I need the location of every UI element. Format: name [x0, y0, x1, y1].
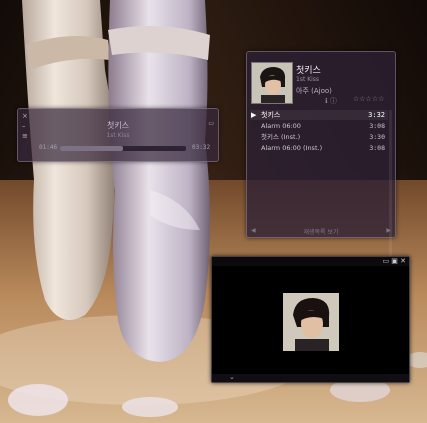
total-time: 03:32: [192, 144, 211, 151]
playlist-scrollbar[interactable]: [389, 110, 392, 260]
now-playing-artist: 아주 (Ajoo): [296, 87, 332, 95]
now-playing-subtitle: 1st Kiss: [296, 76, 320, 83]
video-titlebar[interactable]: ▭ ▣ ✕: [212, 257, 409, 266]
now-playing-title: 첫키스: [296, 66, 321, 76]
now-playing-header: 첫키스 1st Kiss 아주 (Ajoo) ℹ ⓘ ☆☆☆☆☆: [247, 52, 395, 108]
playlist-footer: ◀ 재생목록 보기 ▶: [247, 225, 395, 237]
track-duration: 3:32: [368, 111, 385, 119]
track-title: Alarm 06:00 (Inst.): [261, 144, 323, 152]
playlist-footer-label[interactable]: 재생목록 보기: [247, 227, 395, 236]
playlist-track-item[interactable]: Alarm 06:00 (Inst.) 3:08: [250, 143, 388, 153]
video-frame: [283, 293, 339, 351]
rating-stars[interactable]: ☆☆☆☆☆: [353, 95, 384, 103]
video-window[interactable]: ▭ ▣ ✕ ⌄: [211, 256, 410, 383]
video-window-buttons[interactable]: ▭ ▣ ✕: [382, 257, 406, 265]
playlist-track-item[interactable]: Alarm 06:00 3:08: [250, 121, 388, 131]
track-duration: 3:08: [369, 144, 385, 152]
playlist-window[interactable]: 첫키스 1st Kiss 아주 (Ajoo) ℹ ⓘ ☆☆☆☆☆ ▶ 첫키스 3:3…: [246, 51, 396, 260]
collapse-chevron-icon[interactable]: ⌄: [229, 373, 235, 381]
mini-player[interactable]: × – ≡ ▭ 첫키스 1st Kiss 01:46 03:32: [17, 108, 219, 162]
track-title: 첫키스: [261, 111, 281, 119]
playlist-track-item[interactable]: 첫키스 (Inst.) 3:30: [250, 132, 388, 142]
video-controlbar[interactable]: ⌄: [212, 373, 409, 382]
track-duration: 3:08: [369, 122, 385, 130]
album-art: [251, 62, 293, 104]
mini-track-subtitle: 1st Kiss: [106, 132, 130, 139]
seek-progress: [60, 146, 123, 151]
play-indicator-icon: ▶: [251, 111, 257, 119]
track-title: 첫키스 (Inst.): [261, 133, 301, 141]
seek-bar[interactable]: [60, 146, 186, 151]
track-title: Alarm 06:00: [261, 122, 301, 130]
info-icon[interactable]: ℹ ⓘ: [325, 96, 337, 106]
mini-track-title: 첫키스: [106, 121, 130, 130]
playlist-track-item[interactable]: ▶ 첫키스 3:32: [250, 110, 388, 120]
elapsed-time: 01:46: [39, 144, 58, 151]
track-list: ▶ 첫키스 3:32 Alarm 06:00 3:08 첫키스 (Inst.) 3:30 Al…: [250, 110, 388, 154]
close-icon[interactable]: ×: [22, 113, 28, 120]
next-arrow-icon[interactable]: ▶: [386, 227, 391, 234]
track-duration: 3:30: [369, 133, 385, 141]
